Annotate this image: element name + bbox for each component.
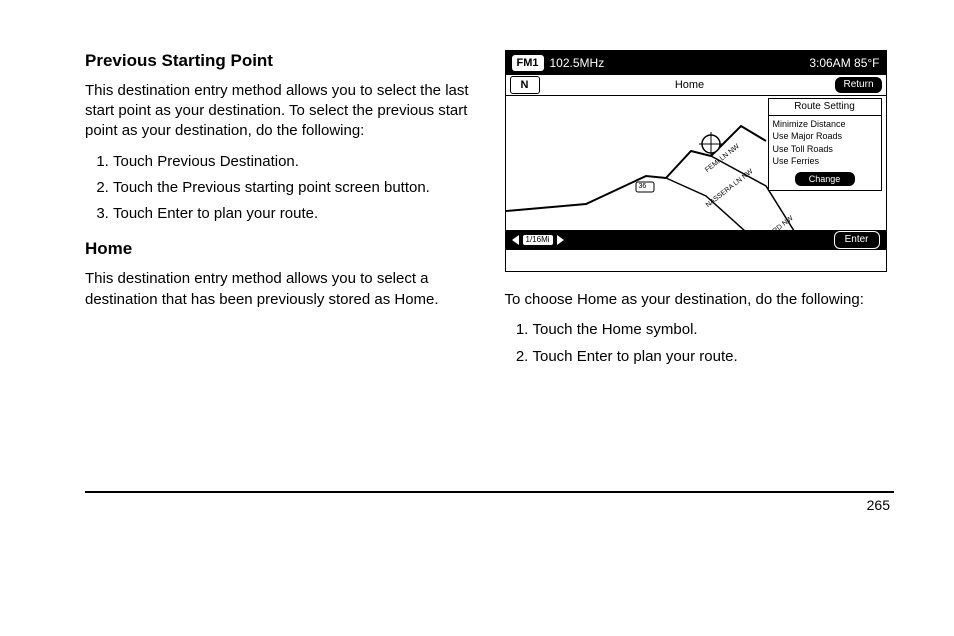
route-opt-4[interactable]: Use Ferries <box>773 155 877 168</box>
zoom-out-icon[interactable] <box>512 235 519 245</box>
psp-step-3: Touch Enter to plan your route. <box>113 204 475 224</box>
device-title-bar: N Home Return <box>506 75 886 96</box>
radio-frequency: 102.5MHz <box>550 55 605 71</box>
nav-device-figure: FM1 102.5MHz 3:06AM 85°F N Home Return <box>505 50 887 272</box>
right-column: FM1 102.5MHz 3:06AM 85°F N Home Return <box>505 50 895 381</box>
enter-button[interactable]: Enter <box>834 231 880 249</box>
change-button[interactable]: Change <box>795 172 855 186</box>
device-status-bar: FM1 102.5MHz 3:06AM 85°F <box>506 51 886 75</box>
psp-step-1: Touch Previous Destination. <box>113 152 475 172</box>
map-scale[interactable]: 1/16Mi <box>523 235 553 246</box>
psp-step-2: Touch the Previous starting point screen… <box>113 178 475 198</box>
route-setting-panel: Route Setting Minimize Distance Use Majo… <box>768 98 882 191</box>
footer-rule <box>85 491 894 493</box>
home-step-1: Touch the Home symbol. <box>533 320 895 340</box>
radio-band-badge[interactable]: FM1 <box>512 55 544 72</box>
heading-home: Home <box>85 238 475 261</box>
left-column: Previous Starting Point This destination… <box>85 50 475 381</box>
map-area[interactable]: FEMI LN NW NASSERA LN NW ER RD NW 36 Rou… <box>506 96 886 250</box>
home-intro: This destination entry method allows you… <box>85 269 475 310</box>
home-howto: To choose Home as your destination, do t… <box>505 290 895 310</box>
home-step-2: Touch Enter to plan your route. <box>533 347 895 367</box>
return-button[interactable]: Return <box>835 77 881 93</box>
clock-temp: 3:06AM 85°F <box>809 55 879 71</box>
zoom-in-icon[interactable] <box>557 235 564 245</box>
highway-shield: 36 <box>639 182 647 191</box>
route-setting-header: Route Setting <box>769 99 881 116</box>
device-bottom-bar: 1/16Mi Enter <box>506 230 886 250</box>
route-opt-3[interactable]: Use Toll Roads <box>773 143 877 156</box>
psp-steps: Touch Previous Destination. Touch the Pr… <box>85 152 475 225</box>
heading-previous-starting-point: Previous Starting Point <box>85 50 475 73</box>
home-steps: Touch the Home symbol. Touch Enter to pl… <box>505 320 895 367</box>
psp-intro: This destination entry method allows you… <box>85 81 475 142</box>
route-opt-2[interactable]: Use Major Roads <box>773 130 877 143</box>
compass-indicator[interactable]: N <box>510 76 540 94</box>
screen-title: Home <box>544 78 836 93</box>
route-opt-1[interactable]: Minimize Distance <box>773 118 877 131</box>
page-number: 265 <box>85 497 894 513</box>
